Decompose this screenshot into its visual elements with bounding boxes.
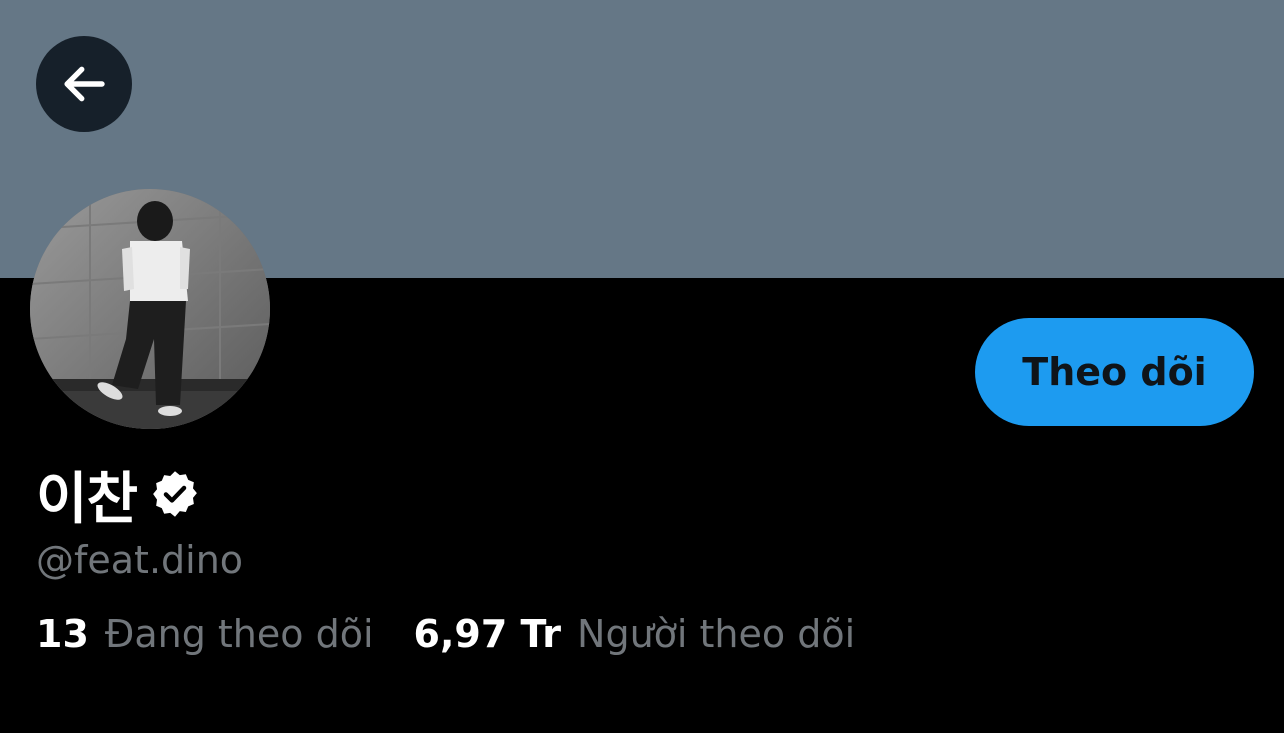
- avatar-photo: [30, 189, 270, 429]
- following-count: 13: [36, 612, 89, 656]
- name-row: 이찬: [36, 458, 201, 532]
- display-name: 이찬: [36, 466, 138, 532]
- following-label: Đang theo dõi: [104, 612, 374, 656]
- back-button[interactable]: [36, 36, 132, 132]
- verified-badge-icon[interactable]: [149, 468, 201, 520]
- avatar[interactable]: [30, 189, 270, 429]
- following-stat[interactable]: 13 Đang theo dõi: [36, 612, 374, 656]
- followers-count: 6,97 Tr: [413, 612, 562, 656]
- arrow-left-icon: [64, 66, 105, 102]
- followers-stat[interactable]: 6,97 Tr Người theo dõi: [414, 612, 856, 656]
- profile-handle: @feat.dino: [36, 538, 244, 582]
- followers-label: Người theo dõi: [577, 612, 856, 656]
- follow-button[interactable]: Theo dõi: [975, 318, 1254, 426]
- profile-stats: 13 Đang theo dõi 6,97 Tr Người theo dõi: [36, 612, 855, 656]
